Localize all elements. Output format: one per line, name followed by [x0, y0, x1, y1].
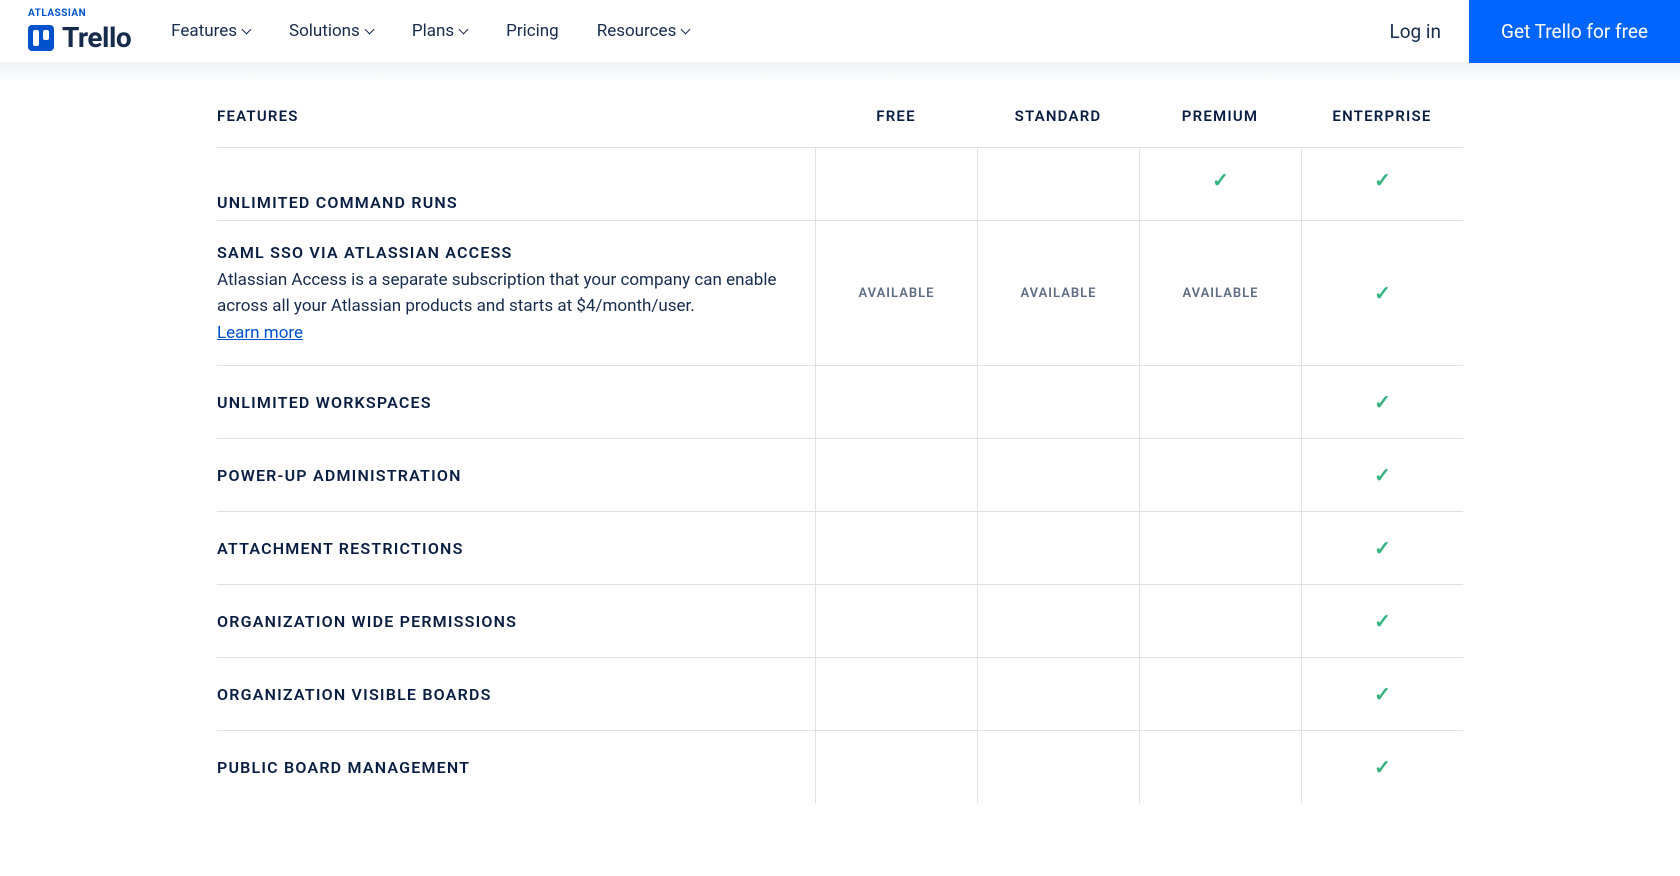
plan-cell [977, 585, 1139, 657]
login-link[interactable]: Log in [1361, 20, 1469, 43]
chevron-down-icon [364, 26, 374, 36]
table-row: SAML SSO VIA ATLASSIAN ACCESS Atlassian A… [217, 220, 1463, 365]
feature-desc: Atlassian Access is a separate subscript… [217, 268, 795, 319]
col-enterprise: ENTERPRISE [1332, 107, 1431, 125]
plan-cell [977, 148, 1139, 220]
pricing-table: FEATURES FREE STANDARD PREMIUM ENTERPRIS… [217, 83, 1463, 803]
plan-cell: ✓ [1301, 439, 1463, 511]
check-icon: ✓ [1374, 463, 1391, 487]
plan-cell: ✓ [1301, 366, 1463, 438]
plan-cell [1139, 731, 1301, 803]
nav-resources[interactable]: Resources [597, 21, 691, 41]
col-free: FREE [876, 107, 916, 125]
plan-cell [815, 148, 977, 220]
feature-title: ATTACHMENT RESTRICTIONS [217, 539, 795, 558]
brand-parent: ATLASSIAN [28, 8, 131, 19]
feature-title: PUBLIC BOARD MANAGEMENT [217, 758, 795, 777]
plan-cell [1139, 439, 1301, 511]
plan-cell [1139, 366, 1301, 438]
col-premium: PREMIUM [1182, 107, 1258, 125]
feature-title: SAML SSO VIA ATLASSIAN ACCESS [217, 243, 795, 262]
col-standard: STANDARD [1015, 107, 1102, 125]
trello-board-icon [28, 25, 54, 51]
table-row: UNLIMITED COMMAND RUNS ✓ ✓ [217, 147, 1463, 220]
nav-features[interactable]: Features [171, 21, 251, 41]
check-icon: ✓ [1212, 168, 1229, 192]
feature-title: POWER-UP ADMINISTRATION [217, 466, 795, 485]
nav-pricing[interactable]: Pricing [506, 21, 559, 41]
plan-cell [815, 731, 977, 803]
table-row: ORGANIZATION WIDE PERMISSIONS ✓ [217, 584, 1463, 657]
learn-more-link[interactable]: Learn more [217, 323, 303, 343]
feature-title: ORGANIZATION VISIBLE BOARDS [217, 685, 795, 704]
plan-cell [1139, 512, 1301, 584]
plan-cell: ✓ [1301, 585, 1463, 657]
plan-cell: ✓ [1301, 658, 1463, 730]
check-icon: ✓ [1374, 682, 1391, 706]
plan-cell [815, 439, 977, 511]
check-icon: ✓ [1374, 609, 1391, 633]
chevron-down-icon [680, 26, 690, 36]
nav-solutions[interactable]: Solutions [289, 21, 374, 41]
plan-cell [977, 731, 1139, 803]
chevron-down-icon [458, 26, 468, 36]
plan-cell: ✓ [1301, 731, 1463, 803]
brand-name: Trello [62, 21, 131, 54]
table-header: FEATURES FREE STANDARD PREMIUM ENTERPRIS… [217, 83, 1463, 147]
plan-cell [1139, 585, 1301, 657]
top-nav: ATLASSIAN Trello Features Solutions Plan… [0, 0, 1680, 63]
plan-cell [977, 366, 1139, 438]
table-row: ATTACHMENT RESTRICTIONS ✓ [217, 511, 1463, 584]
check-icon: ✓ [1374, 390, 1391, 414]
table-row: ORGANIZATION VISIBLE BOARDS ✓ [217, 657, 1463, 730]
check-icon: ✓ [1374, 281, 1391, 305]
table-row: POWER-UP ADMINISTRATION ✓ [217, 438, 1463, 511]
feature-title: ORGANIZATION WIDE PERMISSIONS [217, 612, 795, 631]
plan-cell [815, 585, 977, 657]
check-icon: ✓ [1374, 168, 1391, 192]
plan-cell: ✓ [1301, 221, 1463, 365]
col-features: FEATURES [217, 107, 299, 125]
check-icon: ✓ [1374, 755, 1391, 779]
plan-cell: ✓ [1139, 148, 1301, 220]
plan-cell: AVAILABLE [1139, 221, 1301, 365]
nav-plans[interactable]: Plans [412, 21, 468, 41]
plan-cell [977, 512, 1139, 584]
plan-cell: ✓ [1301, 148, 1463, 220]
table-row: UNLIMITED WORKSPACES ✓ [217, 365, 1463, 438]
chevron-down-icon [241, 26, 251, 36]
plan-cell: AVAILABLE [977, 221, 1139, 365]
available-label: AVAILABLE [1021, 286, 1097, 301]
plan-cell: AVAILABLE [815, 221, 977, 365]
table-row: PUBLIC BOARD MANAGEMENT ✓ [217, 730, 1463, 803]
get-trello-button[interactable]: Get Trello for free [1469, 0, 1680, 63]
plan-cell [815, 658, 977, 730]
available-label: AVAILABLE [859, 286, 935, 301]
plan-cell [815, 366, 977, 438]
check-icon: ✓ [1374, 536, 1391, 560]
plan-cell: ✓ [1301, 512, 1463, 584]
plan-cell [977, 439, 1139, 511]
nav-links: Features Solutions Plans Pricing Resourc… [171, 21, 690, 41]
plan-cell [977, 658, 1139, 730]
feature-title: UNLIMITED WORKSPACES [217, 393, 795, 412]
available-label: AVAILABLE [1183, 286, 1259, 301]
plan-cell [1139, 658, 1301, 730]
plan-cell [815, 512, 977, 584]
trello-logo[interactable]: ATLASSIAN Trello [28, 8, 131, 54]
feature-title: UNLIMITED COMMAND RUNS [217, 193, 795, 212]
